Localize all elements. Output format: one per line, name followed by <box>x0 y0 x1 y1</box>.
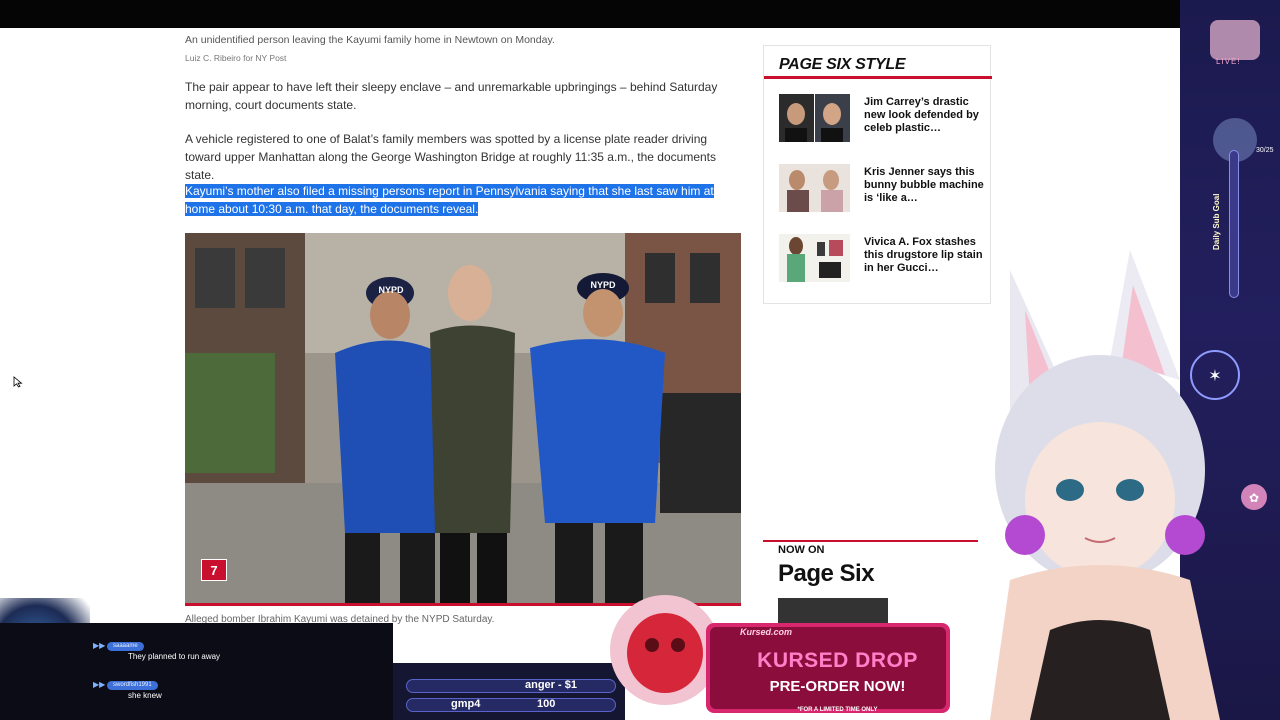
redeem-panel: anger - $1 gmp4 100 <box>393 663 625 720</box>
promo-cta: PRE-ORDER NOW! <box>769 678 906 695</box>
redeem-label: anger - $1 <box>525 679 577 691</box>
promo-title: KURSED DROP <box>757 649 918 672</box>
stream-chat: ▶▶ saaaame They planned to run away ▶▶ s… <box>0 623 393 720</box>
story-headline[interactable]: Kris Jenner says this bunny bubble machi… <box>864 166 984 205</box>
promo-note: *FOR A LIMITED TIME ONLY <box>797 707 878 713</box>
story-item[interactable]: Jim Carrey’s drastic new look defended b… <box>779 94 984 142</box>
redeem-label: gmp4 <box>451 698 481 710</box>
live-label: LIVE! <box>1216 57 1241 66</box>
article-paragraph: A vehicle registered to one of Balat’s f… <box>185 132 716 182</box>
merch-promo: KURSED DROP PRE-ORDER NOW! *FOR A LIMITE… <box>610 565 950 720</box>
chat-text: she knew <box>128 691 162 700</box>
story-headline[interactable]: Jim Carrey’s drastic new look defended b… <box>864 96 984 135</box>
photo-credit: Luiz C. Ribeiro for NY Post <box>185 53 287 63</box>
story-thumbnail[interactable] <box>779 234 850 282</box>
sub-goal-count: 30/25 <box>1256 147 1274 154</box>
redeem-value: 100 <box>537 698 556 710</box>
story-item[interactable]: Kris Jenner says this bunny bubble machi… <box>779 164 984 212</box>
page-six-style-widget: PAGE SIX STYLE Jim Carrey’s drastic new … <box>763 45 992 304</box>
selected-text[interactable]: Kayumi’s mother also filed a missing per… <box>185 184 714 216</box>
photo-caption-top: An unidentified person leaving the Kayum… <box>185 34 555 46</box>
promo-site: Kursed.com <box>740 627 793 637</box>
gallery-count-badge[interactable]: 7 <box>201 559 227 581</box>
top-black-bar <box>0 0 1280 28</box>
chat-arrow-icon: ▶▶ <box>93 680 106 689</box>
story-headline[interactable]: Vivica A. Fox stashes this drugstore lip… <box>864 236 984 275</box>
article-paragraph: The pair appear to have left their sleep… <box>185 80 718 112</box>
cap-text-left: NYPD <box>378 285 404 295</box>
photo-illustration: NYPD NYPD <box>185 233 741 603</box>
article-photo[interactable]: NYPD NYPD 7 <box>185 233 741 603</box>
redeem-row: anger - $1 <box>406 679 616 693</box>
story-item[interactable]: Vivica A. Fox stashes this drugstore lip… <box>779 234 984 282</box>
sub-goal-label: Daily Sub Goal <box>1212 193 1221 250</box>
widget-title: PAGE SIX STYLE <box>779 56 906 73</box>
story-thumbnail[interactable] <box>779 164 850 212</box>
now-on-divider <box>763 540 978 542</box>
chat-text: They planned to run away <box>128 652 221 661</box>
story-thumbnail[interactable] <box>779 94 850 142</box>
chat-username: saaaame <box>107 642 144 651</box>
vtuber-avatar <box>990 250 1220 720</box>
redeem-row: gmp4 100 <box>406 698 616 712</box>
promo-art <box>610 595 950 713</box>
now-on-label: NOW ON <box>778 544 825 556</box>
article-paragraph-highlighted[interactable]: Kayumi’s mother also filed a missing per… <box>185 182 743 218</box>
svg-text:✿: ✿ <box>1249 491 1259 505</box>
chat-username: swordfish1991 <box>107 681 158 690</box>
widget-divider <box>764 76 992 79</box>
mouse-cursor-icon <box>13 376 23 388</box>
chat-arrow-icon: ▶▶ <box>93 641 106 650</box>
cap-text-right: NYPD <box>590 280 616 290</box>
